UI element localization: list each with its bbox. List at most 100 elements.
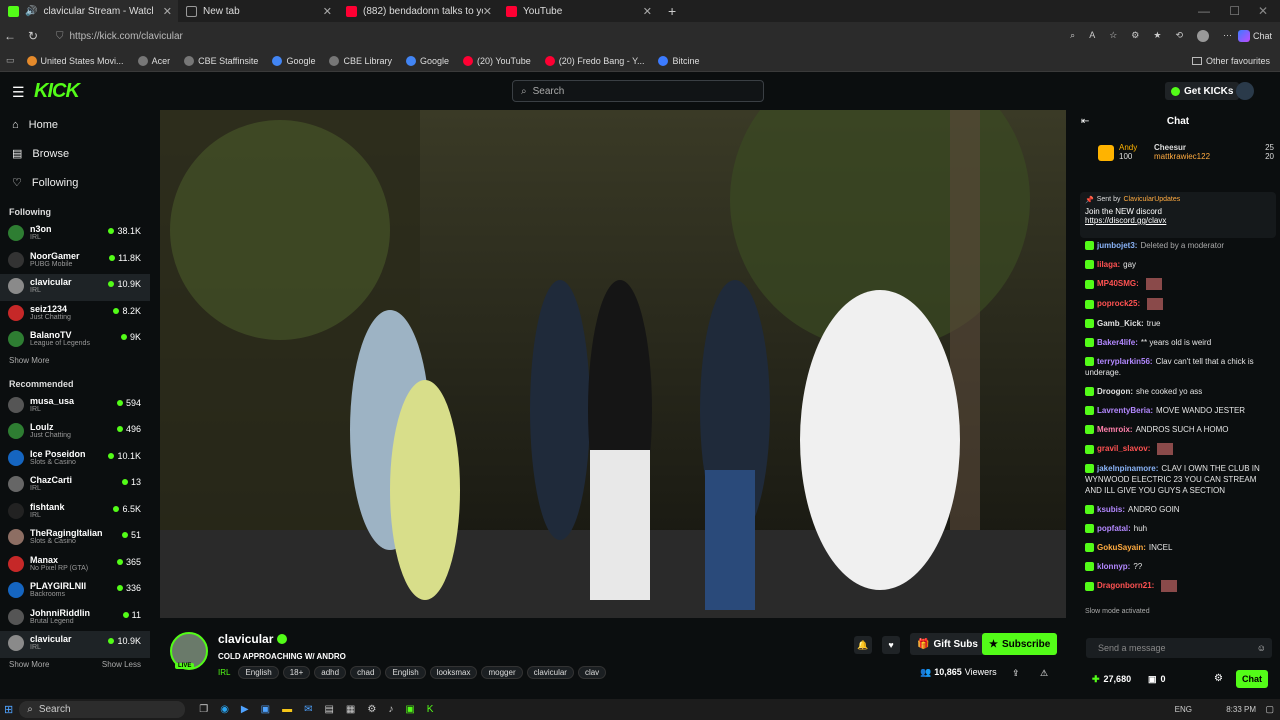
bookmark-item[interactable]: CBE Library <box>329 55 392 66</box>
taskbar-search[interactable]: ⌕ Search <box>19 701 186 718</box>
sidebar-channel-loulz[interactable]: Loulz Just Chatting 496 <box>0 419 150 446</box>
get-kicks-button[interactable]: Get KICKs <box>1165 82 1240 100</box>
more-menu-icon[interactable]: ⋯ <box>1223 30 1232 42</box>
bookmark-item[interactable]: Bitcine <box>658 55 699 66</box>
kicks-balance[interactable]: ✚ 27,680 <box>1092 674 1131 685</box>
other-favourites[interactable]: Other favourites <box>1191 56 1270 66</box>
close-tab-icon[interactable]: ✕ <box>643 5 652 18</box>
app-icon[interactable]: ▦ <box>346 704 355 715</box>
collections-icon[interactable]: ★ <box>1153 30 1161 42</box>
file-explorer-icon[interactable]: ▬ <box>282 704 292 715</box>
bookmark-item[interactable]: Google <box>406 55 449 66</box>
chat-username[interactable]: GokuSayain: <box>1097 543 1146 552</box>
stream-tag[interactable]: chad <box>350 666 382 679</box>
share-icon[interactable]: ⇪ <box>1012 668 1020 679</box>
stream-tag[interactable]: adhd <box>314 666 347 679</box>
notification-icon[interactable]: ▢ <box>1265 704 1274 715</box>
close-tab-icon[interactable]: ✕ <box>163 5 172 18</box>
sidebar-channel-musausa[interactable]: musa_usa IRL 594 <box>0 393 150 420</box>
stream-tag[interactable]: 18+ <box>282 666 311 679</box>
windows-start-icon[interactable]: ⊞ <box>4 703 13 716</box>
chat-username[interactable]: poprock25: <box>1097 299 1140 308</box>
stream-tag[interactable]: clavicular <box>526 666 574 679</box>
app-icon[interactable]: ▣ <box>261 704 270 715</box>
chat-username[interactable]: jakelnpinamore: <box>1097 464 1158 473</box>
chat-username[interactable]: Baker4life: <box>1097 338 1138 347</box>
read-aloud-icon[interactable]: A <box>1089 30 1095 42</box>
subscribe-button[interactable]: ★ Subscribe <box>982 633 1058 655</box>
sidebar-channel-balanotv[interactable]: BalanoTV League of Legends 9K <box>0 327 150 354</box>
chat-username[interactable]: Gamb_Kick: <box>1097 319 1144 328</box>
sidebar-channel-johnniriddlin[interactable]: JohnniRiddlin Brutal Legend 11 <box>0 605 150 632</box>
copilot-chat-button[interactable]: Chat <box>1237 30 1272 42</box>
edge-icon[interactable]: ◉ <box>220 704 229 715</box>
kick-logo[interactable]: KICK <box>34 80 80 103</box>
bookmark-item[interactable]: Google <box>272 55 315 66</box>
collapse-chat-icon[interactable]: ⇤ <box>1081 116 1089 127</box>
mail-icon[interactable]: ✉ <box>304 704 312 715</box>
stream-tag[interactable]: looksmax <box>429 666 478 679</box>
nav-following[interactable]: ♡ Following <box>0 168 150 197</box>
url-field[interactable]: ⛉ https://kick.com/clavicular <box>56 26 1056 46</box>
menu-hamburger-icon[interactable]: ☰ <box>12 84 25 101</box>
extensions-icon[interactable]: ⚙ <box>1131 30 1139 42</box>
close-tab-icon[interactable]: ✕ <box>323 5 332 18</box>
search-input[interactable]: ⌕ Search <box>512 80 764 102</box>
sidebar-channel-n3on[interactable]: n3on IRL 38.1K <box>0 221 150 248</box>
task-view-icon[interactable]: ❐ <box>199 704 208 715</box>
gift-subs-button[interactable]: 🎁 Gift Subs <box>910 633 985 655</box>
chat-username[interactable]: MP40SMG: <box>1097 279 1139 288</box>
settings-icon[interactable]: ⚙ <box>367 704 376 715</box>
sidebar-channel-seiz1234[interactable]: seiz1234 Just Chatting 8.2K <box>0 301 150 328</box>
maximize-icon[interactable]: ☐ <box>1229 4 1240 18</box>
send-chat-button[interactable]: Chat <box>1236 670 1268 688</box>
zoom-icon[interactable]: ⌕ <box>1070 30 1075 42</box>
show-more-following[interactable]: Show More <box>0 356 150 365</box>
chat-username[interactable]: jumbojet3: <box>1097 241 1137 250</box>
show-less-recommended[interactable]: Show Less <box>102 660 141 669</box>
chat-username[interactable]: Dragonborn21: <box>1097 581 1154 590</box>
leaderboard-first[interactable]: Andy 100 <box>1119 143 1137 161</box>
channel-name[interactable]: clavicular <box>218 632 273 646</box>
chat-username[interactable]: lilaga: <box>1097 260 1120 269</box>
chat-username[interactable]: gravil_slavov: <box>1097 444 1150 453</box>
chat-username[interactable]: terryplarkin56: <box>1097 357 1153 366</box>
user-avatar[interactable] <box>1236 82 1254 100</box>
nav-browse[interactable]: ▤ Browse <box>0 139 150 168</box>
bookmark-item[interactable]: United States Movi... <box>26 55 124 66</box>
app-icon[interactable]: ▤ <box>324 704 333 715</box>
sidebar-channel-clavicular[interactable]: clavicular IRL 10.9K <box>0 274 150 301</box>
bookmark-item[interactable]: CBE Staffinsite <box>184 55 258 66</box>
sidebar-channel-fishtank[interactable]: fishtank IRL 6.5K <box>0 499 150 526</box>
chat-settings-icon[interactable]: ⚙ <box>1214 673 1223 684</box>
bell-icon[interactable]: 🔔 <box>854 636 872 654</box>
chat-username[interactable]: ksubis: <box>1097 505 1125 514</box>
tab-youtube-video[interactable]: (882) bendadonn talks to yonna al... ✕ <box>338 0 498 22</box>
favorite-star-icon[interactable]: ☆ <box>1109 30 1117 42</box>
tab-youtube[interactable]: YouTube ✕ <box>498 0 658 22</box>
nav-home[interactable]: ⌂ Home <box>0 110 150 139</box>
bookmark-item[interactable]: (20) Fredo Bang - Y... <box>544 55 644 66</box>
history-icon[interactable]: ⟲ <box>1175 30 1183 42</box>
tab-kick[interactable]: 🔊 clavicular Stream - Watch Live ✕ <box>0 0 178 22</box>
app-icon[interactable]: ▣ <box>405 704 414 715</box>
sidebar-channel-manax[interactable]: Manax No Pixel RP (GTA) 365 <box>0 552 150 579</box>
site-info-icon[interactable]: ⛉ <box>56 31 64 42</box>
stream-tag[interactable]: English <box>238 666 279 679</box>
chat-username[interactable]: Memroix: <box>1097 425 1133 434</box>
bookmarks-menu-icon[interactable]: ▭ <box>6 55 15 66</box>
close-window-icon[interactable]: ✕ <box>1258 4 1268 18</box>
chat-username[interactable]: Droogon: <box>1097 387 1133 396</box>
emoji-icon[interactable]: ☺ <box>1257 643 1266 653</box>
bookmark-item[interactable]: (20) YouTube <box>463 55 531 66</box>
profile-avatar[interactable] <box>1197 30 1209 42</box>
taskbar-language[interactable]: ENG <box>1175 705 1192 714</box>
tab-newtab[interactable]: New tab ✕ <box>178 0 338 22</box>
follow-heart-icon[interactable]: ♥ <box>882 636 900 654</box>
leaderboard-third[interactable]: mattkrawiec122 20 <box>1154 152 1274 161</box>
sidebar-channel-theragingitalian[interactable]: TheRagingItalian Slots & Casino 51 <box>0 525 150 552</box>
back-icon[interactable]: ← <box>4 29 16 43</box>
chat-username[interactable]: LavrentyBeria: <box>1097 406 1153 415</box>
chat-username[interactable]: popfatal: <box>1097 524 1131 533</box>
chat-username[interactable]: klonnyp: <box>1097 562 1130 571</box>
